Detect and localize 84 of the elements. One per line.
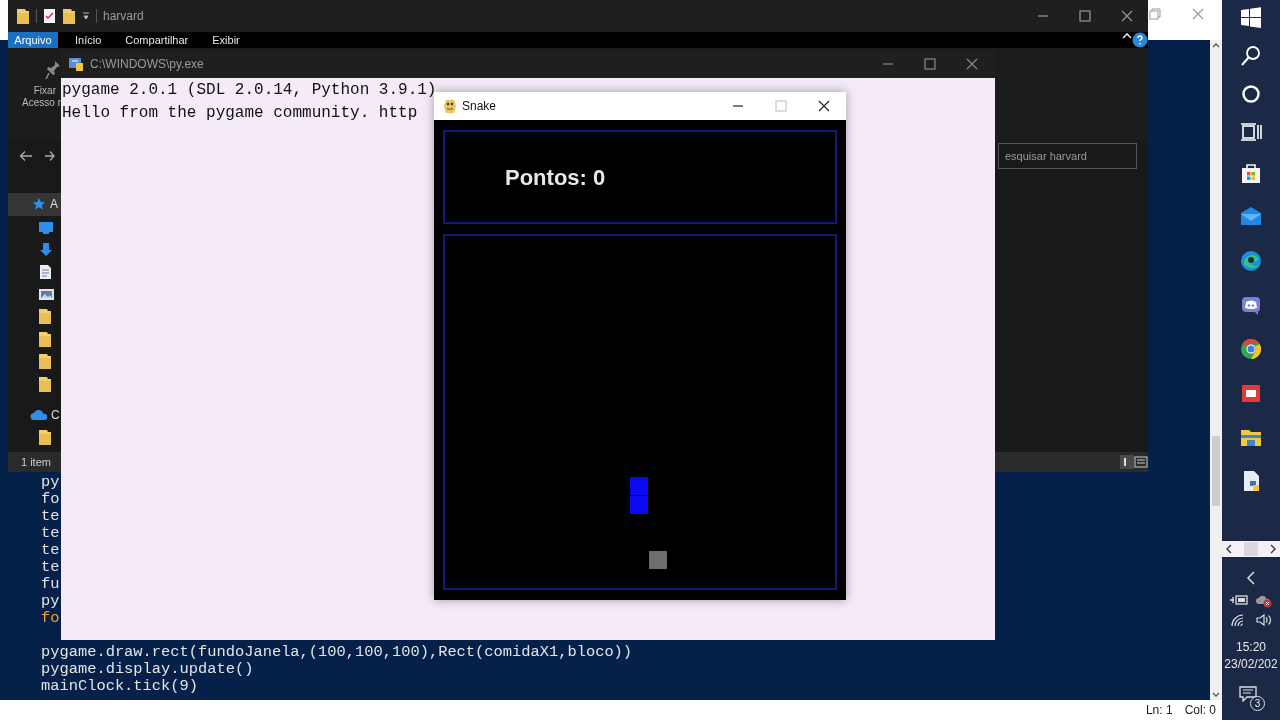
- code-line: te: [41, 559, 60, 576]
- back-arrow-icon[interactable]: [19, 150, 33, 162]
- scroll-right-icon[interactable]: [1269, 544, 1277, 554]
- close-icon[interactable]: [818, 100, 830, 112]
- ribbon-tab[interactable]: Exibir: [200, 32, 252, 48]
- tiles-view-icon[interactable]: [1134, 456, 1148, 468]
- pin-icon: [45, 60, 61, 80]
- scrollbar-thumb[interactable]: [1212, 436, 1220, 506]
- folder-icon: [38, 375, 52, 393]
- code-line: pygame.draw.rect(fundoJanela,(100,100,100),Rect(comidaX1,bloco)): [41, 644, 633, 661]
- folder-icon: [38, 428, 52, 446]
- search-field[interactable]: esquisar harvard: [998, 143, 1137, 169]
- sidebar-label: C: [51, 406, 60, 424]
- pin-label-line: Acesso r: [22, 97, 61, 109]
- code-line: fu: [41, 576, 60, 593]
- chevron-left-icon[interactable]: [1246, 571, 1256, 585]
- folder-icon[interactable]: [16, 7, 30, 25]
- code-line: fo: [41, 491, 60, 508]
- pin-label-line: Fixar: [33, 85, 56, 97]
- console-output-line: Hello from the pygame community. http: [61, 103, 418, 124]
- snake-segment: [630, 477, 648, 495]
- line-number-status: Ln: 1: [1145, 702, 1173, 719]
- window-title: harvard: [103, 8, 144, 25]
- start-icon[interactable]: [1239, 6, 1263, 30]
- python-launcher-icon: [68, 56, 84, 72]
- task-view-icon[interactable]: [1239, 120, 1263, 144]
- colored-ring-icon[interactable]: [1239, 337, 1263, 361]
- sidebar-item[interactable]: A: [8, 193, 61, 216]
- cloud-icon: [30, 408, 47, 422]
- code-line: te: [41, 542, 60, 559]
- date-text: 23/02/202: [1224, 656, 1278, 673]
- code-line: fo: [41, 610, 60, 627]
- swirl-icon[interactable]: [1239, 249, 1263, 273]
- code-line: py: [41, 593, 60, 610]
- circle-icon[interactable]: [1239, 82, 1263, 106]
- code-line: mainClock.tick(9): [41, 678, 198, 695]
- forward-arrow-icon[interactable]: [45, 150, 55, 162]
- console-output-line: pygame 2.0.1 (SDL 2.0.14, Python 3.9.1): [61, 80, 437, 101]
- column-number-status: Col: 0: [1184, 702, 1216, 719]
- code-line: pygame.display.update(): [41, 661, 254, 678]
- folder-icon[interactable]: [62, 7, 76, 25]
- cloud-error-icon[interactable]: [1256, 594, 1272, 608]
- folder-icon: [38, 330, 52, 348]
- shopping-bag-icon[interactable]: [1239, 161, 1263, 185]
- notification-icon[interactable]: [1239, 686, 1257, 702]
- maximize-icon[interactable]: [1079, 10, 1091, 22]
- sidebar-item[interactable]: C: [8, 403, 61, 426]
- code-line: te: [41, 525, 60, 542]
- help-icon[interactable]: [1132, 32, 1148, 48]
- folder-icon: [38, 308, 52, 326]
- wifi-icon[interactable]: [1229, 613, 1246, 627]
- volume-icon[interactable]: [1254, 613, 1273, 627]
- ribbon-tab[interactable]: Início: [63, 32, 114, 48]
- document-icon: [38, 263, 53, 280]
- collapse-ribbon-icon[interactable]: [1122, 32, 1132, 40]
- time-text: 15:20: [1236, 639, 1266, 656]
- window-title: Snake: [462, 98, 497, 115]
- code-line: te: [41, 508, 60, 525]
- ribbon-tab[interactable]: Compartilhar: [113, 32, 201, 48]
- window-title: C:\WINDOWS\py.exe: [90, 56, 204, 73]
- monitor-icon: [38, 219, 54, 234]
- sidebar-label: A: [50, 196, 58, 214]
- pin-button[interactable]: Fixar Acesso r: [8, 48, 61, 109]
- folder-icon: [38, 353, 52, 371]
- food-block: [649, 551, 667, 569]
- score-text: Pontos: 0: [505, 163, 606, 192]
- star-icon: [32, 197, 46, 212]
- scrollbar-thumb[interactable]: [1244, 542, 1258, 556]
- power-plug-icon[interactable]: [1230, 594, 1248, 606]
- maximize-icon[interactable]: [924, 58, 936, 70]
- checklist-icon[interactable]: [43, 8, 56, 24]
- clock[interactable]: 15:20 23/02/202: [1222, 639, 1280, 673]
- ribbon-tab[interactable]: Arquivo: [8, 32, 58, 48]
- download-icon: [38, 241, 54, 257]
- dropdown-icon[interactable]: [82, 11, 90, 21]
- snake-segment: [630, 496, 648, 514]
- image-icon: [38, 286, 55, 302]
- scroll-left-icon[interactable]: [1225, 544, 1233, 554]
- status-text: 1 item: [20, 454, 51, 470]
- code-line: py: [41, 474, 60, 491]
- search-icon[interactable]: [1239, 44, 1263, 68]
- close-icon[interactable]: [1121, 10, 1133, 22]
- details-view-icon[interactable]: [1120, 455, 1134, 469]
- notification-count: 3: [1250, 696, 1265, 711]
